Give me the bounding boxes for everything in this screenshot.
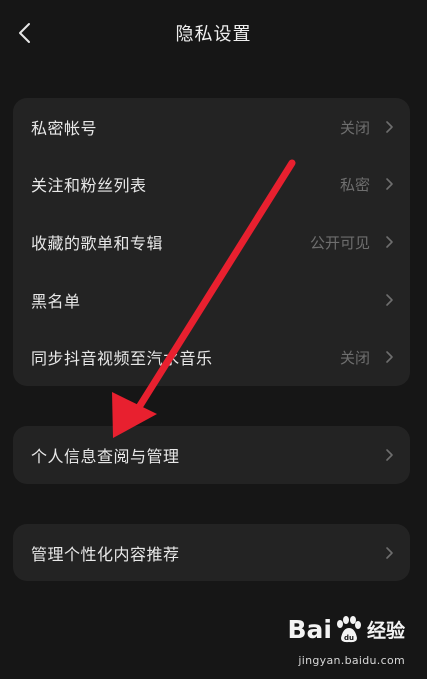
setting-label: 个人信息查阅与管理 bbox=[31, 447, 180, 466]
paw-icon: du bbox=[336, 615, 361, 642]
setting-label: 黑名单 bbox=[31, 292, 81, 311]
setting-label: 收藏的歌单和专辑 bbox=[31, 234, 164, 253]
setting-row-sync-douyin-videos[interactable]: 同步抖音视频至汽水音乐 关闭 bbox=[13, 328, 410, 386]
chevron-right-icon bbox=[386, 449, 393, 461]
setting-row-follow-fans-list[interactable]: 关注和粉丝列表 私密 bbox=[13, 155, 410, 213]
setting-value: 公开可见 bbox=[309, 233, 370, 252]
setting-label: 私密帐号 bbox=[31, 119, 98, 138]
setting-value: 关闭 bbox=[339, 348, 370, 367]
setting-row-personalized-recommendation[interactable]: 管理个性化内容推荐 bbox=[13, 524, 410, 581]
personal-info-group: 个人信息查阅与管理 bbox=[13, 426, 410, 484]
chevron-right-icon bbox=[386, 547, 393, 559]
setting-value: 私密 bbox=[339, 175, 370, 194]
svg-text:du: du bbox=[344, 634, 354, 642]
baidu-logo: Bai du 经验 bbox=[287, 615, 405, 644]
chevron-right-icon bbox=[386, 236, 393, 248]
privacy-settings-group: 私密帐号 关闭 关注和粉丝列表 私密 收藏的歌单和专辑 公开可见 黑名单 同步抖… bbox=[13, 98, 410, 386]
setting-row-personal-info[interactable]: 个人信息查阅与管理 bbox=[13, 426, 410, 484]
setting-label: 管理个性化内容推荐 bbox=[31, 544, 180, 564]
setting-row-favorite-playlists[interactable]: 收藏的歌单和专辑 公开可见 bbox=[13, 213, 410, 271]
top-nav-bar: 隐私设置 bbox=[0, 0, 427, 64]
setting-label: 关注和粉丝列表 bbox=[31, 176, 147, 195]
recommendation-group: 管理个性化内容推荐 bbox=[13, 524, 410, 581]
chevron-right-icon bbox=[386, 351, 393, 363]
chevron-right-icon bbox=[386, 121, 393, 133]
chevron-right-icon bbox=[386, 294, 393, 306]
baidu-jingyan-watermark: Bai du 经验 jingyan.baidu.com bbox=[255, 615, 405, 667]
setting-value: 关闭 bbox=[339, 118, 370, 137]
setting-row-blacklist[interactable]: 黑名单 bbox=[13, 271, 410, 329]
watermark-url: jingyan.baidu.com bbox=[298, 654, 405, 667]
page-title: 隐私设置 bbox=[175, 24, 252, 45]
setting-label: 同步抖音视频至汽水音乐 bbox=[31, 349, 213, 368]
setting-row-private-account[interactable]: 私密帐号 关闭 bbox=[13, 98, 410, 156]
chevron-right-icon bbox=[386, 178, 393, 190]
